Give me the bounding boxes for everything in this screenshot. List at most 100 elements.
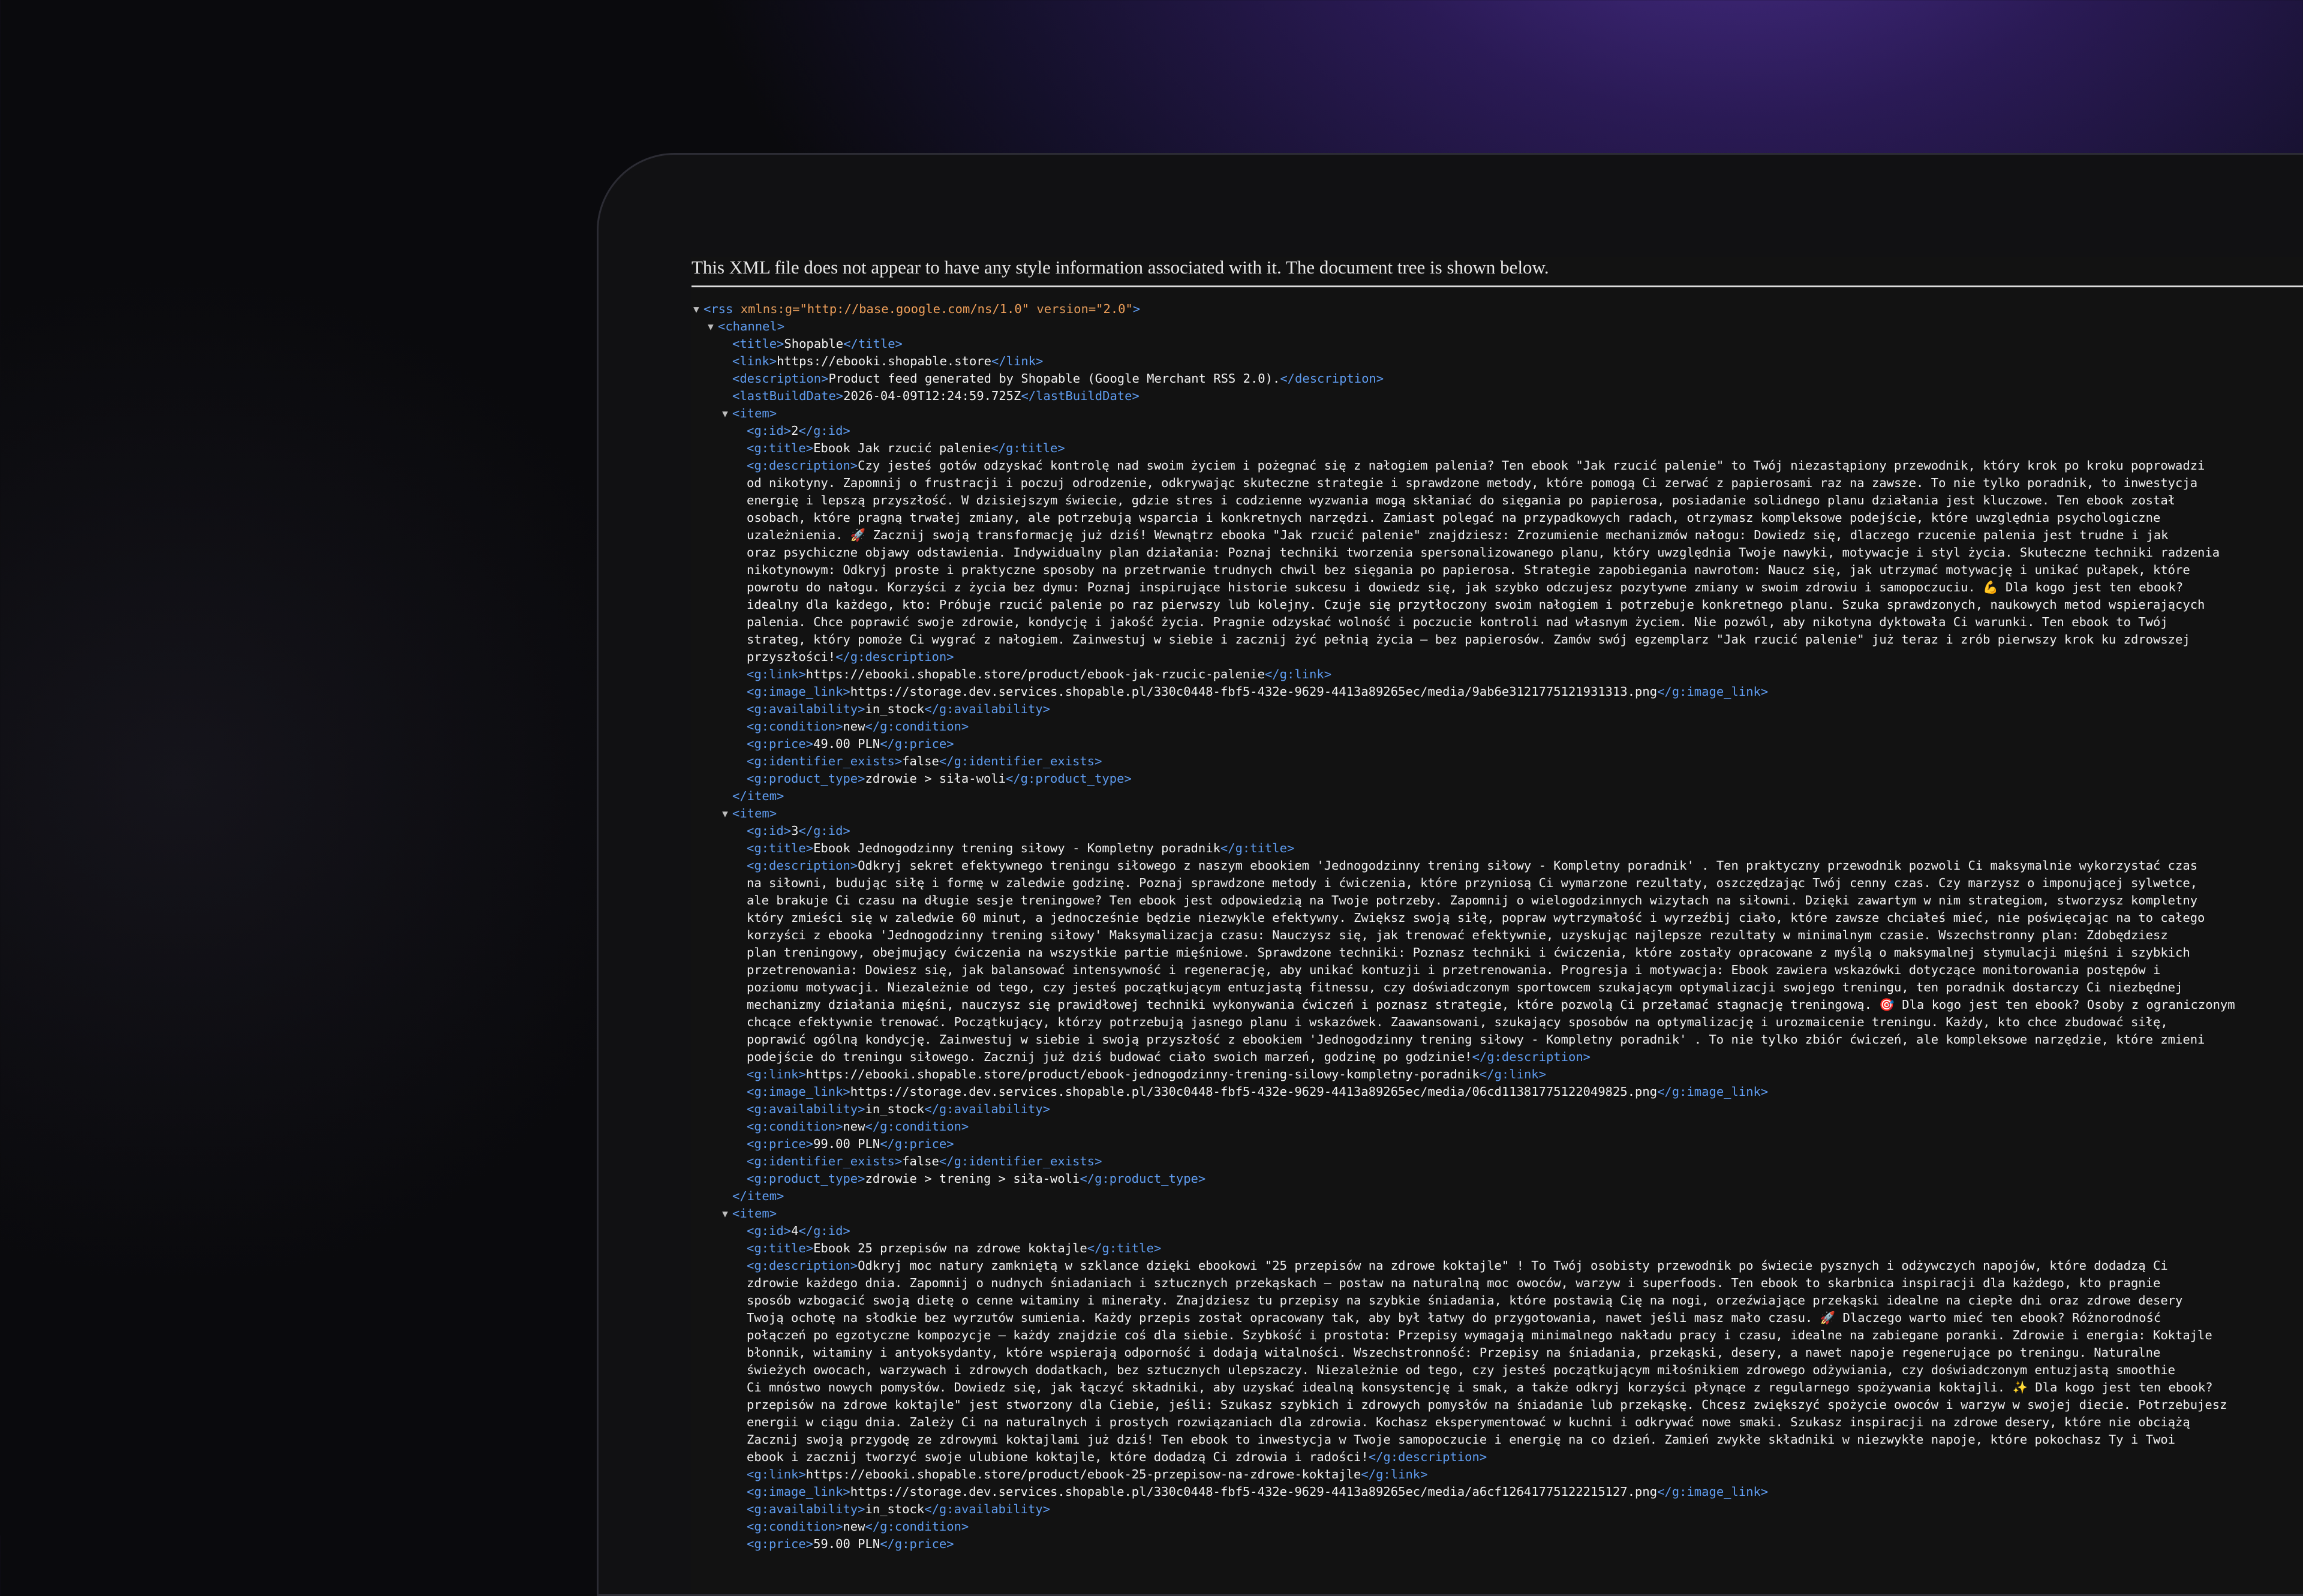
item-condition: <g:condition>new</g:condition>: [691, 718, 2303, 735]
xml-open-tag: <g:id>: [747, 823, 792, 838]
item-description-text: energii w ciągu dnia. Zależy Ci na natur…: [747, 1415, 2190, 1429]
item-description-line: chcące efektywnie trenować. Początkujący…: [691, 1014, 2303, 1031]
item-image-link: <g:image_link>https://storage.dev.servic…: [691, 1083, 2303, 1101]
item-link: <g:link>https://ebooki.shopable.store/pr…: [691, 1466, 2303, 1483]
item-availability-value: in_stock: [865, 1502, 925, 1516]
xml-close-tag: </g:image_link>: [1657, 1484, 1769, 1499]
item-title-value: Ebook Jak rzucić palenie: [813, 441, 991, 455]
collapse-toggle-icon[interactable]: ▼: [720, 805, 730, 822]
item-description-line: połączeń po egzotyczne kompozycje – każd…: [691, 1327, 2303, 1344]
xml-close-tag: </g:product_type>: [1005, 771, 1132, 786]
item-availability: <g:availability>in_stock</g:availability…: [691, 1101, 2303, 1118]
xml-open-tag: <rss: [703, 302, 741, 316]
xml-open-tag: <g:description>: [747, 1258, 858, 1273]
channel-line[interactable]: ▼ <channel>: [691, 318, 2303, 335]
item-description-text: poprawić ogólną kondycję. Zainwestuj w s…: [747, 1032, 2205, 1047]
xml-close-tag: </g:description>: [1472, 1050, 1591, 1064]
channel-title-value: Shopable: [784, 336, 844, 351]
channel-last-build-date-value: 2026-04-09T12:24:59.725Z: [843, 389, 1021, 403]
item-line[interactable]: ▼ <item>: [691, 805, 2303, 822]
item-description-text: idealny dla każdego, kto: Próbuje rzucić…: [747, 597, 2205, 612]
item-line[interactable]: ▼ <item>: [691, 1205, 2303, 1222]
item-title: <g:title>Ebook Jak rzucić palenie</g:tit…: [691, 440, 2303, 457]
xml-open-tag: <item>: [732, 406, 777, 420]
item-link-value: https://ebooki.shopable.store/product/eb…: [805, 1467, 1361, 1481]
item-description-line: ebook i zacznij tworzyć swoje ulubione k…: [691, 1448, 2303, 1466]
xml-close-tag: </g:link>: [1479, 1067, 1546, 1081]
item-description-text: palenia. Chce poprawić swoje zdrowie, ko…: [747, 615, 2168, 629]
item-description-text: mechanizmy działania mięśni, nauczysz si…: [747, 997, 2235, 1012]
item-description-text: uzależnienia. 🚀 Zacznij swoją transforma…: [747, 528, 2169, 542]
item-identifier-exists: <g:identifier_exists>false</g:identifier…: [691, 753, 2303, 770]
item-description-line: Zacznij swoją przygodę ze zdrowymi kokta…: [691, 1431, 2303, 1448]
item-image-link: <g:image_link>https://storage.dev.servic…: [691, 1483, 2303, 1501]
item-price: <g:price>49.00 PLN</g:price>: [691, 735, 2303, 753]
item-description-text: chcące efektywnie trenować. Początkujący…: [747, 1015, 2168, 1029]
item-description-line: osobach, które pragną trwałej zmiany, al…: [691, 509, 2303, 527]
xml-close-tag: </g:availability>: [924, 1102, 1051, 1116]
xml-close-tag: </link>: [991, 354, 1044, 368]
xml-attr-value: "2.0": [1096, 302, 1133, 316]
collapse-toggle-icon[interactable]: ▼: [720, 1205, 730, 1222]
collapse-toggle-icon[interactable]: ▼: [706, 318, 715, 335]
item-link: <g:link>https://ebooki.shopable.store/pr…: [691, 666, 2303, 683]
item-line[interactable]: ▼ <item>: [691, 405, 2303, 422]
item-description-text: korzyści z ebooka 'Jednogodzinny trening…: [747, 928, 2168, 942]
item-description-line: podejście do treningu siłowego. Zacznij …: [691, 1048, 2303, 1066]
xml-close-tag: </g:description>: [1368, 1450, 1487, 1464]
item-description-text: Czy jesteś gotów odzyskać kontrolę nad s…: [858, 458, 2205, 473]
item-description-line: oraz psychiczne objawy odstawienia. Indy…: [691, 544, 2303, 561]
item-price-value: 59.00 PLN: [813, 1537, 880, 1551]
xml-close-tag: </g:availability>: [924, 702, 1051, 716]
xml-open-tag: <g:link>: [747, 667, 806, 681]
xml-open-tag: <item>: [732, 1206, 777, 1221]
xml-open-tag: <g:price>: [747, 1537, 814, 1551]
item-description-text: osobach, które pragną trwałej zmiany, al…: [747, 510, 2161, 525]
item-description-line: przepisów na zdrowe koktajle" jest stwor…: [691, 1396, 2303, 1414]
item-description-line: zdrowie każdego dnia. Zapomnij o nudnych…: [691, 1275, 2303, 1292]
item-product-type-value: zdrowie > trening > siła-woli: [865, 1171, 1080, 1186]
xml-open-tag: <g:condition>: [747, 1519, 843, 1534]
item-title: <g:title>Ebook Jednogodzinny trening sił…: [691, 840, 2303, 857]
item-description-line: na siłowni, budując siłę i formę w zaled…: [691, 874, 2303, 892]
collapse-toggle-icon[interactable]: ▼: [691, 300, 701, 318]
item-description-text: poziomu motywacji. Niezależnie od tego, …: [747, 980, 2183, 994]
xml-close-tag: </g:image_link>: [1657, 684, 1769, 699]
collapse-toggle-icon[interactable]: ▼: [720, 405, 730, 422]
xml-open-tag: <g:description>: [747, 458, 858, 473]
xml-open-tag: <channel>: [718, 319, 785, 333]
item-image-link-value: https://storage.dev.services.shopable.pl…: [850, 1084, 1658, 1099]
item-description-line: <g:description>Odkryj sekret efektywnego…: [691, 857, 2303, 874]
channel-last-build-date: <lastBuildDate>2026-04-09T12:24:59.725Z<…: [691, 387, 2303, 405]
xml-open-tag: <g:condition>: [747, 1119, 843, 1134]
rss-root-line[interactable]: ▼ <rss xmlns:g="http://base.google.com/ns…: [691, 300, 2303, 318]
item-description-line: który zmieści się w zaledwie 60 minut, a…: [691, 909, 2303, 927]
item-description-text: ale brakuje Ci czasu na długie sesje tre…: [747, 893, 2198, 907]
xml-close-tag: </g:condition>: [865, 1119, 969, 1134]
item-description-text: przetrenowania: Dowiesz się, jak balanso…: [747, 963, 2161, 977]
xml-open-tag: <g:product_type>: [747, 1171, 865, 1186]
item-description-line: plan treningowy, obejmujący ćwiczenia na…: [691, 944, 2303, 961]
item-close-line: </item>: [691, 788, 2303, 805]
item-description-text: od nikotyny. Zapomnij o frustracji i poc…: [747, 476, 2198, 490]
item-product-type: <g:product_type>zdrowie > trening > siła…: [691, 1170, 2303, 1188]
xml-close-tag: </item>: [732, 789, 784, 803]
xml-close-tag: </item>: [732, 1189, 784, 1203]
item-description-text: na siłowni, budując siłę i formę w zaled…: [747, 876, 2198, 890]
item-description-text: oraz psychiczne objawy odstawienia. Indy…: [747, 545, 2220, 560]
item-id: <g:id>3</g:id>: [691, 822, 2303, 840]
xml-close-tag: </g:image_link>: [1657, 1084, 1769, 1099]
item-description-line: Ci mnóstwo nowych pomysłów. Dowiedz się,…: [691, 1379, 2303, 1396]
xml-close-tag: </g:description>: [835, 650, 954, 664]
item-identifier-exists: <g:identifier_exists>false</g:identifier…: [691, 1153, 2303, 1170]
item-description-line: przetrenowania: Dowiesz się, jak balanso…: [691, 961, 2303, 979]
item-description-text: powrotu do nałogu. Korzyści z życia bez …: [747, 580, 2184, 594]
xml-open-tag: <g:title>: [747, 1241, 814, 1255]
item-condition-value: new: [843, 1119, 865, 1134]
xml-close-tag: </g:id>: [798, 823, 850, 838]
item-description-line: poziomu motywacji. Niezależnie od tego, …: [691, 979, 2303, 996]
xml-open-tag: <g:availability>: [747, 1102, 865, 1116]
xml-open-tag: <g:id>: [747, 423, 792, 438]
item-link: <g:link>https://ebooki.shopable.store/pr…: [691, 1066, 2303, 1083]
xml-open-tag: <g:identifier_exists>: [747, 1154, 903, 1168]
